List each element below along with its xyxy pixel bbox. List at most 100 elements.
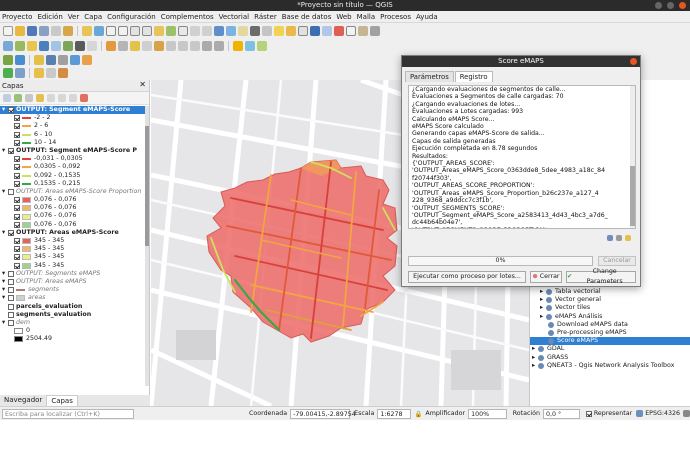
layer-tree-row[interactable]: ▾ OUTPUT: Segments eMAPS: [0, 270, 146, 278]
layer-visibility-checkbox[interactable]: [8, 287, 14, 294]
layer-tree-row[interactable]: -0,031 - 0,0305: [0, 155, 146, 163]
dialog-close-button[interactable]: [630, 58, 637, 65]
add-wms-icon[interactable]: [87, 40, 97, 51]
layer-visibility-checkbox[interactable]: [14, 205, 20, 212]
layer-visibility-checkbox[interactable]: [14, 131, 20, 138]
menu-base-de-datos[interactable]: Base de datos: [282, 13, 332, 21]
statistics-icon[interactable]: [322, 25, 332, 36]
plugin-icon[interactable]: [3, 54, 13, 65]
menu-capa[interactable]: Capa: [84, 13, 102, 21]
label-style-icon[interactable]: [245, 40, 255, 51]
plugin-icon[interactable]: [70, 54, 80, 65]
rotation-field[interactable]: 0,0 °: [543, 408, 580, 419]
layer-tree-row[interactable]: 345 - 345: [0, 237, 146, 245]
tab-parametros[interactable]: Parámetros: [405, 71, 454, 82]
map-tips-icon[interactable]: [346, 25, 356, 36]
copy-log-icon[interactable]: [616, 235, 622, 241]
tab-registro[interactable]: Registro: [454, 71, 493, 82]
layer-visibility-checkbox[interactable]: [8, 229, 14, 236]
chevron-down-icon[interactable]: ▾: [2, 188, 7, 196]
add-postgis-icon[interactable]: [75, 40, 85, 51]
redo-icon[interactable]: [214, 40, 224, 51]
filter-icon[interactable]: [36, 94, 44, 102]
plugin-icon[interactable]: [15, 68, 25, 78]
layer-tree-row[interactable]: 0,076 - 0,076: [0, 221, 146, 229]
zoom-rubberband-icon[interactable]: [130, 25, 140, 36]
processing-tree-item[interactable]: ▸ GDAL: [530, 345, 690, 353]
python-console-icon[interactable]: [3, 40, 13, 51]
deselect-icon[interactable]: [286, 25, 296, 36]
chevron-down-icon[interactable]: ▾: [2, 319, 7, 327]
batch-process-button[interactable]: Ejecutar como proceso por lotes...: [408, 271, 526, 283]
layer-visibility-checkbox[interactable]: [14, 221, 20, 228]
menu-vectorial[interactable]: Vectorial: [219, 13, 250, 21]
layer-tree-row[interactable]: 0,076 - 0,076: [0, 196, 146, 204]
layer-visibility-checkbox[interactable]: [14, 254, 20, 261]
add-csv-icon[interactable]: [51, 40, 61, 51]
chevron-down-icon[interactable]: ▾: [2, 147, 7, 155]
minimize-button[interactable]: [655, 2, 662, 9]
plugin-icon[interactable]: [46, 68, 56, 78]
scrollbar-thumb[interactable]: [630, 166, 635, 226]
layer-tree-row[interactable]: ▾ dem: [0, 319, 146, 327]
plugin-icon[interactable]: [3, 68, 13, 78]
layer-visibility-checkbox[interactable]: [8, 311, 14, 318]
layer-tree-row[interactable]: 0,0305 - 0,092: [0, 163, 146, 171]
chevron-down-icon[interactable]: ▾: [2, 106, 7, 114]
plugin-icon[interactable]: [34, 68, 44, 78]
processing-tree-item[interactable]: ▸ eMAPS Análisis: [530, 313, 690, 321]
zoom-selection-icon[interactable]: [154, 25, 164, 36]
layer-tree-row[interactable]: 0,076 - 0,076: [0, 212, 146, 220]
plugin-icon[interactable]: [34, 54, 44, 65]
layer-tree-row[interactable]: 2 - 6: [0, 122, 146, 130]
layer-visibility-checkbox[interactable]: [14, 123, 20, 130]
remove-layer-icon[interactable]: [80, 94, 88, 102]
layer-tree-row[interactable]: ▾ segments: [0, 286, 146, 294]
delete-selected-icon[interactable]: [154, 40, 164, 51]
layer-visibility-checkbox[interactable]: [8, 303, 14, 310]
filter-legend-icon[interactable]: [47, 94, 55, 102]
layer-tree-row[interactable]: ▾ OUTPUT: Areas eMAPS: [0, 278, 146, 286]
expand-all-icon[interactable]: [58, 94, 66, 102]
chevron-down-icon[interactable]: ▾: [2, 270, 7, 278]
plugin-icon[interactable]: [15, 54, 25, 65]
add-mesh-icon[interactable]: [39, 40, 49, 51]
menu-malla[interactable]: Malla: [357, 13, 376, 21]
plugin-icon[interactable]: [46, 54, 56, 65]
temporal-controller-icon[interactable]: [226, 25, 236, 36]
toggle-editing-icon[interactable]: [106, 40, 116, 51]
chevron-down-icon[interactable]: ▾: [2, 294, 7, 302]
processing-tree-item[interactable]: ▸ Tabla vectorial: [530, 288, 690, 296]
zoom-next-icon[interactable]: [202, 25, 212, 36]
paste-features-icon[interactable]: [190, 40, 200, 51]
layer-tree-row[interactable]: parcels_evaluation: [0, 303, 146, 311]
layer-style-icon[interactable]: [3, 94, 11, 102]
refresh-icon[interactable]: [250, 25, 260, 36]
layer-tree-row[interactable]: ▾ OUTPUT: Areas eMAPS-Score: [0, 229, 146, 237]
eye-icon[interactable]: [25, 94, 33, 102]
maximize-button[interactable]: [667, 2, 674, 9]
vertex-tool-icon[interactable]: [142, 40, 152, 51]
layer-visibility-checkbox[interactable]: [14, 180, 20, 187]
layer-visibility-checkbox[interactable]: [8, 107, 14, 114]
layer-visibility-checkbox[interactable]: [8, 188, 14, 195]
pin-label-icon[interactable]: [257, 40, 267, 51]
layer-tree-row[interactable]: 0,1535 - 0,215: [0, 180, 146, 188]
layer-visibility-checkbox[interactable]: [8, 148, 14, 155]
menu-proyecto[interactable]: Proyecto: [2, 13, 32, 21]
add-vector-icon[interactable]: [15, 40, 25, 51]
plugin-icon[interactable]: [58, 68, 68, 78]
layer-visibility-checkbox[interactable]: [8, 319, 14, 326]
layer-tree-row[interactable]: 0,092 - 0,1535: [0, 172, 146, 180]
new-map-view-icon[interactable]: [214, 25, 224, 36]
layer-visibility-checkbox[interactable]: [14, 164, 20, 171]
tab-capas[interactable]: Capas: [46, 395, 78, 406]
layer-tree-row[interactable]: ▾ areas: [0, 294, 146, 302]
layer-visibility-checkbox[interactable]: [8, 295, 14, 302]
zoom-in-icon[interactable]: [106, 25, 116, 36]
add-group-icon[interactable]: [14, 94, 22, 102]
clear-log-icon[interactable]: [625, 235, 631, 241]
layer-visibility-checkbox[interactable]: [14, 246, 20, 253]
layer-visibility-checkbox[interactable]: [14, 213, 20, 220]
plugin-icon[interactable]: [58, 54, 68, 65]
